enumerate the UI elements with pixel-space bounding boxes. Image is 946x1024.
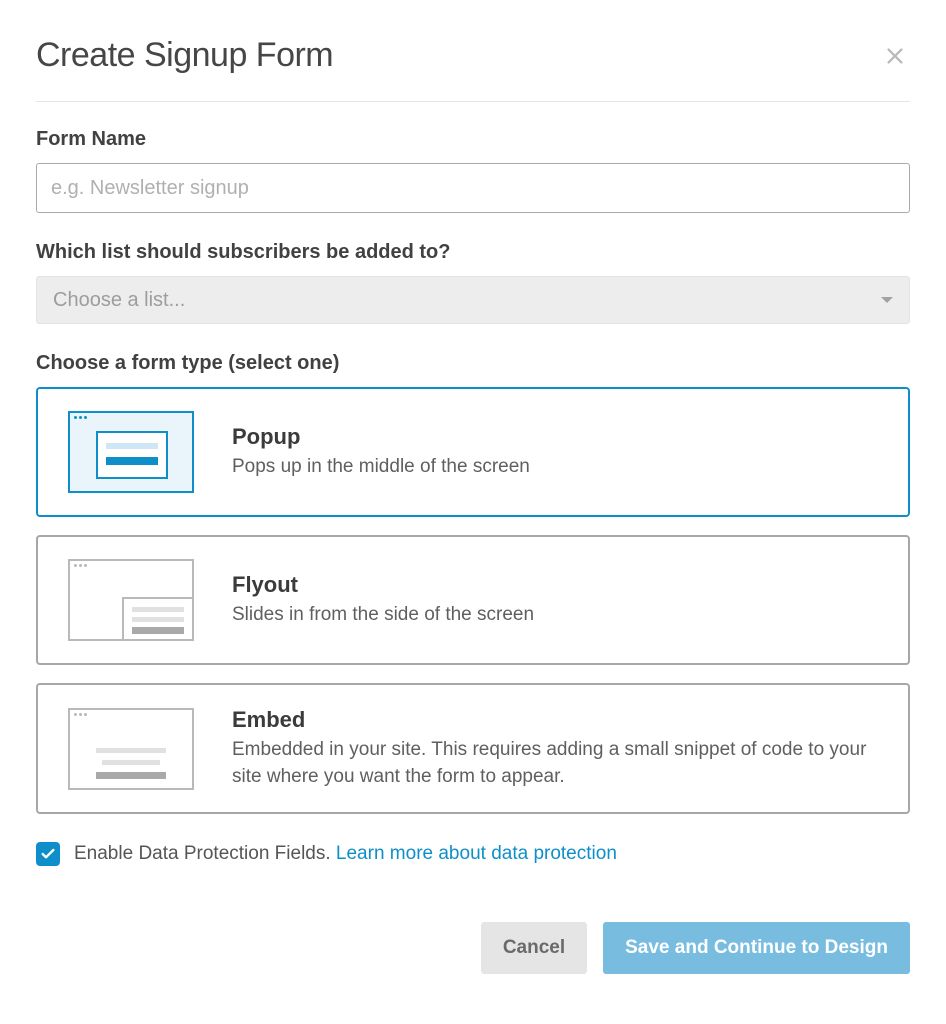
form-type-option-embed[interactable]: Embed Embedded in your site. This requir… [36, 683, 910, 814]
form-type-option-flyout[interactable]: Flyout Slides in from the side of the sc… [36, 535, 910, 665]
form-type-option-popup[interactable]: Popup Pops up in the middle of the scree… [36, 387, 910, 517]
form-type-title: Flyout [232, 572, 878, 598]
close-icon[interactable] [880, 41, 910, 71]
data-protection-label: Enable Data Protection Fields. [74, 843, 331, 864]
popup-thumbnail-icon [68, 411, 194, 493]
data-protection-text: Enable Data Protection Fields. Learn mor… [74, 843, 617, 865]
list-select[interactable]: Choose a list... [36, 276, 910, 324]
save-continue-button[interactable]: Save and Continue to Design [603, 922, 910, 974]
form-type-desc: Slides in from the side of the screen [232, 602, 878, 629]
form-type-desc: Embedded in your site. This requires add… [232, 737, 878, 790]
cancel-button[interactable]: Cancel [481, 922, 587, 974]
list-select-label: Which list should subscribers be added t… [36, 241, 910, 264]
form-name-input[interactable] [36, 163, 910, 213]
form-type-desc: Pops up in the middle of the screen [232, 454, 878, 481]
form-name-label: Form Name [36, 128, 910, 151]
flyout-thumbnail-icon [68, 559, 194, 641]
data-protection-link[interactable]: Learn more about data protection [336, 843, 617, 864]
dialog-title: Create Signup Form [36, 36, 333, 75]
list-select-placeholder: Choose a list... [53, 289, 185, 312]
embed-thumbnail-icon [68, 708, 194, 790]
data-protection-checkbox[interactable] [36, 842, 60, 866]
chevron-down-icon [881, 297, 893, 303]
form-type-title: Embed [232, 707, 878, 733]
form-type-label: Choose a form type (select one) [36, 352, 910, 375]
form-type-title: Popup [232, 424, 878, 450]
